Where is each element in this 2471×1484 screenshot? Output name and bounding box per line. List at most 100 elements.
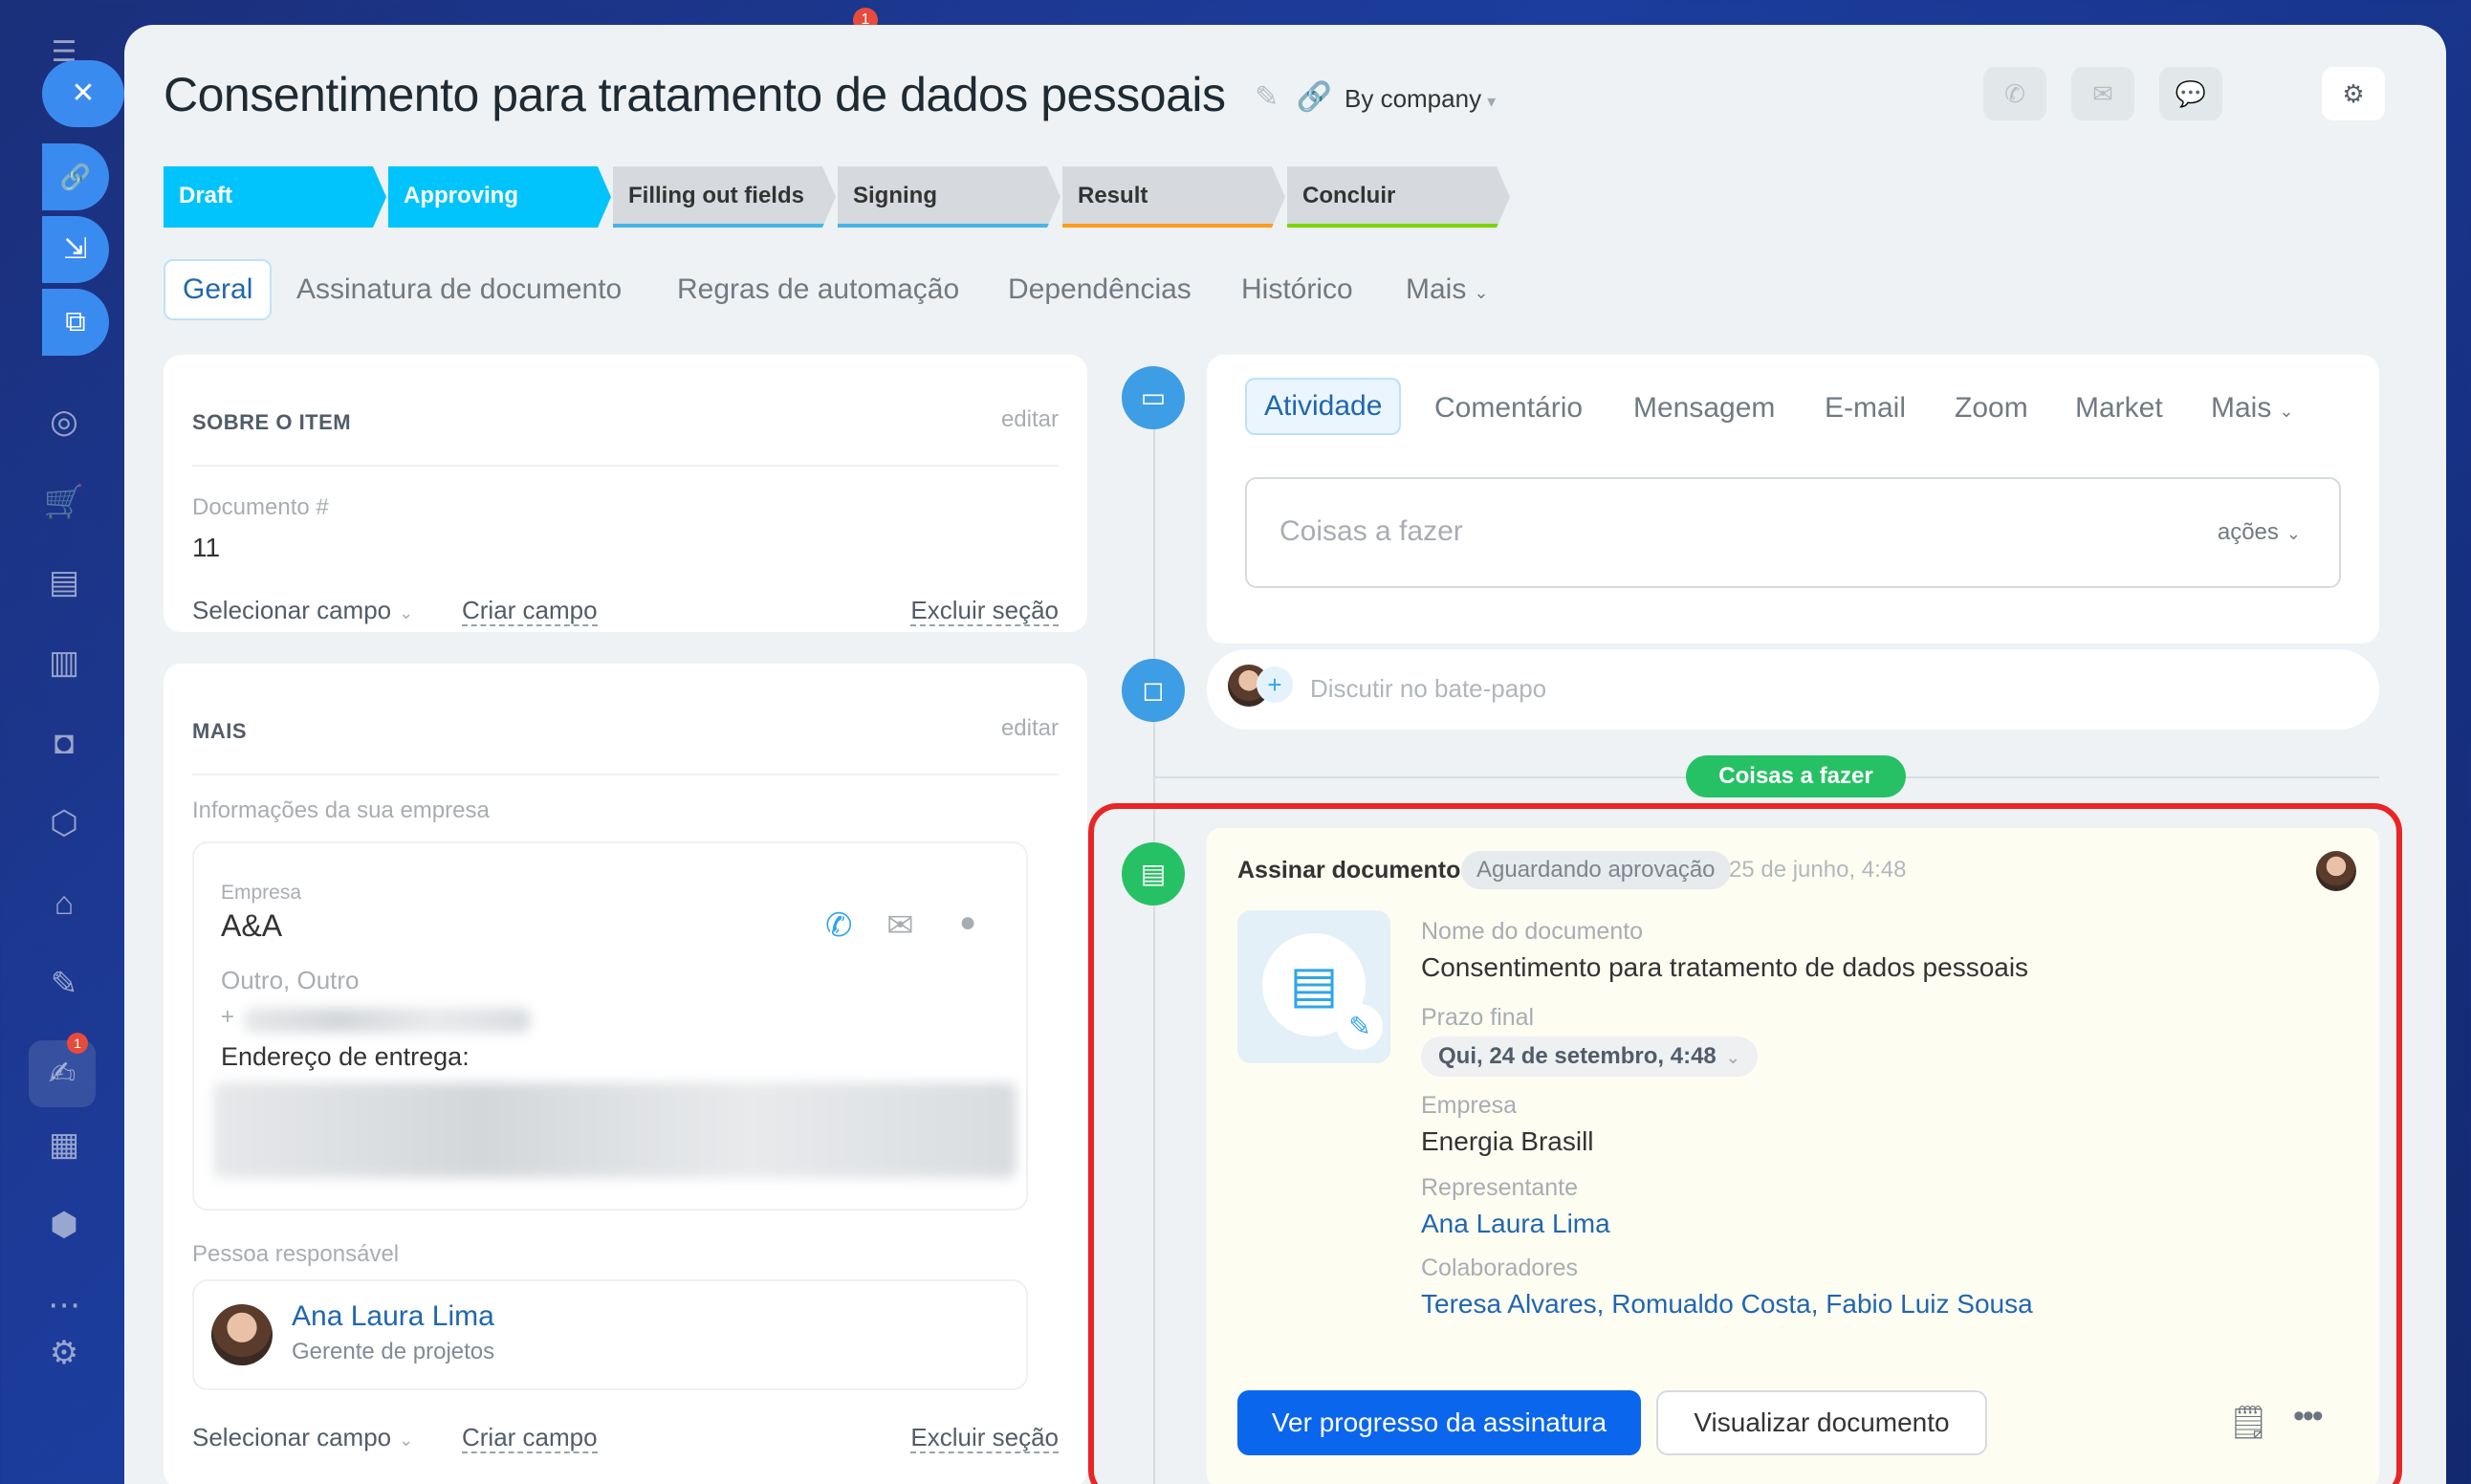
tab-regras[interactable]: Regras de automação [677,259,959,320]
tab-assinatura[interactable]: Assinatura de documento [296,259,622,320]
email-button[interactable]: ✉ [2071,67,2134,120]
stage-label: Concluir [1302,183,1396,208]
actions-dropdown[interactable]: ações ⌄ [2218,519,2301,546]
stage-label: Filling out fields [628,183,804,208]
edit-title-icon[interactable]: ✎ [1255,81,1279,113]
highlight-frame [1088,803,2402,1484]
delivery-address-label: Endereço de entrega: [221,1042,470,1071]
about-edit-link[interactable]: editar [1001,406,1059,433]
company-chat-icon[interactable]: ● [959,906,976,939]
calendar-icon[interactable]: ▦ [40,1121,88,1168]
copy-link-icon[interactable]: 🔗 [1296,81,1331,113]
responsible-role: Gerente de projetos [292,1339,495,1364]
select-field-dropdown[interactable]: Selecionar campo ⌄ [192,1423,413,1452]
category-selector[interactable]: By company ▾ [1345,84,1496,114]
create-field-link[interactable]: Criar campo [462,596,598,626]
stage-6[interactable]: Concluir [1287,166,1510,228]
chat-bar[interactable]: + Discutir no bate-papo [1207,649,2379,730]
open-new-window-button[interactable]: ⧉ [42,289,109,356]
tab-comentario[interactable]: Comentário [1434,380,1583,437]
page-title: Consentimento para tratamento de dados p… [164,68,1226,121]
chat-button[interactable]: 💬 [2159,67,2222,120]
chevron-down-icon: ⌄ [2279,402,2294,421]
stage-4[interactable]: Signing [838,166,1061,228]
call-button[interactable]: ✆ [1983,67,2046,120]
about-section-title: SOBRE O ITEM [192,410,352,434]
tab-atividade[interactable]: Atividade [1245,378,1402,435]
tab-dependencias[interactable]: Dependências [1008,259,1192,320]
tab-historico[interactable]: Histórico [1241,259,1353,320]
target-icon[interactable]: ◎ [40,398,88,446]
delete-section-link[interactable]: Excluir seção [910,1423,1059,1453]
minimize-button[interactable]: ⇲ [42,216,109,283]
stage-color-bar [1062,224,1276,228]
tab-geral[interactable]: Geral [164,259,273,320]
activity-editor-card: Atividade Comentário Mensagem E-mail Zoo… [1207,355,2379,644]
robot-icon[interactable]: ◘ [40,719,88,767]
stage-label: Signing [853,183,937,208]
company-phone-prefix: + [221,1004,235,1030]
document-number-value[interactable]: 11 [192,533,220,563]
company-info-label: Informações da sua empresa [192,797,490,823]
add-participant-icon[interactable]: + [1257,666,1293,703]
title-tools: ✎ 🔗 [1255,80,1332,114]
company-type: Outro, Outro [221,966,360,994]
tab-activity-more[interactable]: Mais ⌄ [2211,380,2293,440]
close-slider-button[interactable]: ✕ [42,60,124,127]
activity-more-label: Mais [2211,392,2272,424]
company-label: Empresa [221,882,302,904]
analytics-icon[interactable]: ▥ [40,639,88,687]
document-slider-panel: Consentimento para tratamento de dados p… [124,25,2446,1484]
divider [192,774,1059,775]
sign-notification-badge: 1 [67,1033,88,1054]
stage-color-bar [388,224,601,228]
cart-icon[interactable]: 🛒 [40,478,88,526]
activity-icon: ▭ [1122,366,1185,429]
left-sidebar: ☰ 1 ✕ 🔗 ⇲ ⧉ ◎ 🛒 ▤ ▥ ◘ ⬡ ⌂ ✎ ✍ 1 ▦ ⬢ ⋯ ⚙ [0,0,878,1484]
stage-color-bar [164,224,377,228]
more-icon[interactable]: ⋯ [40,1281,88,1329]
tab-mensagem[interactable]: Mensagem [1633,380,1775,437]
category-label: By company [1345,84,1482,113]
select-field-label: Selecionar campo [192,596,392,624]
company-box: Empresa A&A ✆ ✉ ● Outro, Outro + Endereç… [192,841,1028,1211]
todo-placeholder: Coisas a fazer [1279,515,1463,547]
tab-zoom[interactable]: Zoom [1955,380,2028,437]
settings-button[interactable]: ⚙ [2322,67,2385,120]
stage-5[interactable]: Result [1062,166,1285,228]
company-name[interactable]: A&A [221,908,282,944]
stage-label: Approving [404,183,518,208]
chevron-down-icon: ⌄ [2285,524,2301,543]
delete-section-link[interactable]: Excluir seção [910,596,1059,626]
responsible-avatar[interactable] [211,1304,273,1365]
copy-link-button[interactable]: 🔗 [42,143,109,210]
hexagon-icon[interactable]: ⬢ [40,1201,88,1249]
stage-3[interactable]: Filling out fields [613,166,836,228]
tab-email[interactable]: E-mail [1825,380,1906,437]
sign-document-icon[interactable]: ✍ [29,1040,96,1107]
stage-label: Result [1078,183,1148,208]
todo-input[interactable]: Coisas a fazer ações ⌄ [1245,477,2341,588]
responsible-label: Pessoa responsável [192,1241,400,1267]
tab-mais[interactable]: Mais ⌄ [1406,259,1488,320]
select-field-label: Selecionar campo [192,1423,392,1451]
settings-icon[interactable]: ⚙ [40,1329,88,1377]
warehouse-icon[interactable]: ⌂ [40,880,88,928]
box-icon[interactable]: ⬡ [40,799,88,847]
stage-color-bar [838,224,1051,228]
company-email-icon[interactable]: ✉ [886,906,914,945]
stage-2[interactable]: Approving [388,166,611,228]
pen-icon[interactable]: ✎ [40,960,88,1008]
contact-card-icon[interactable]: ▤ [40,558,88,606]
more-edit-link[interactable]: editar [1001,715,1059,742]
stage-color-bar [613,224,826,228]
company-phone-icon[interactable]: ✆ [825,906,853,945]
more-section-title: MAIS [192,719,247,743]
delivery-address-blurred [213,1082,1017,1178]
responsible-name-link[interactable]: Ana Laura Lima [292,1300,494,1333]
create-field-link[interactable]: Criar campo [462,1423,598,1453]
stage-1[interactable]: Draft [164,166,386,228]
chat-dot-icon: ◻ [1122,659,1185,722]
tab-market[interactable]: Market [2075,380,2163,437]
select-field-dropdown[interactable]: Selecionar campo ⌄ [192,596,413,625]
